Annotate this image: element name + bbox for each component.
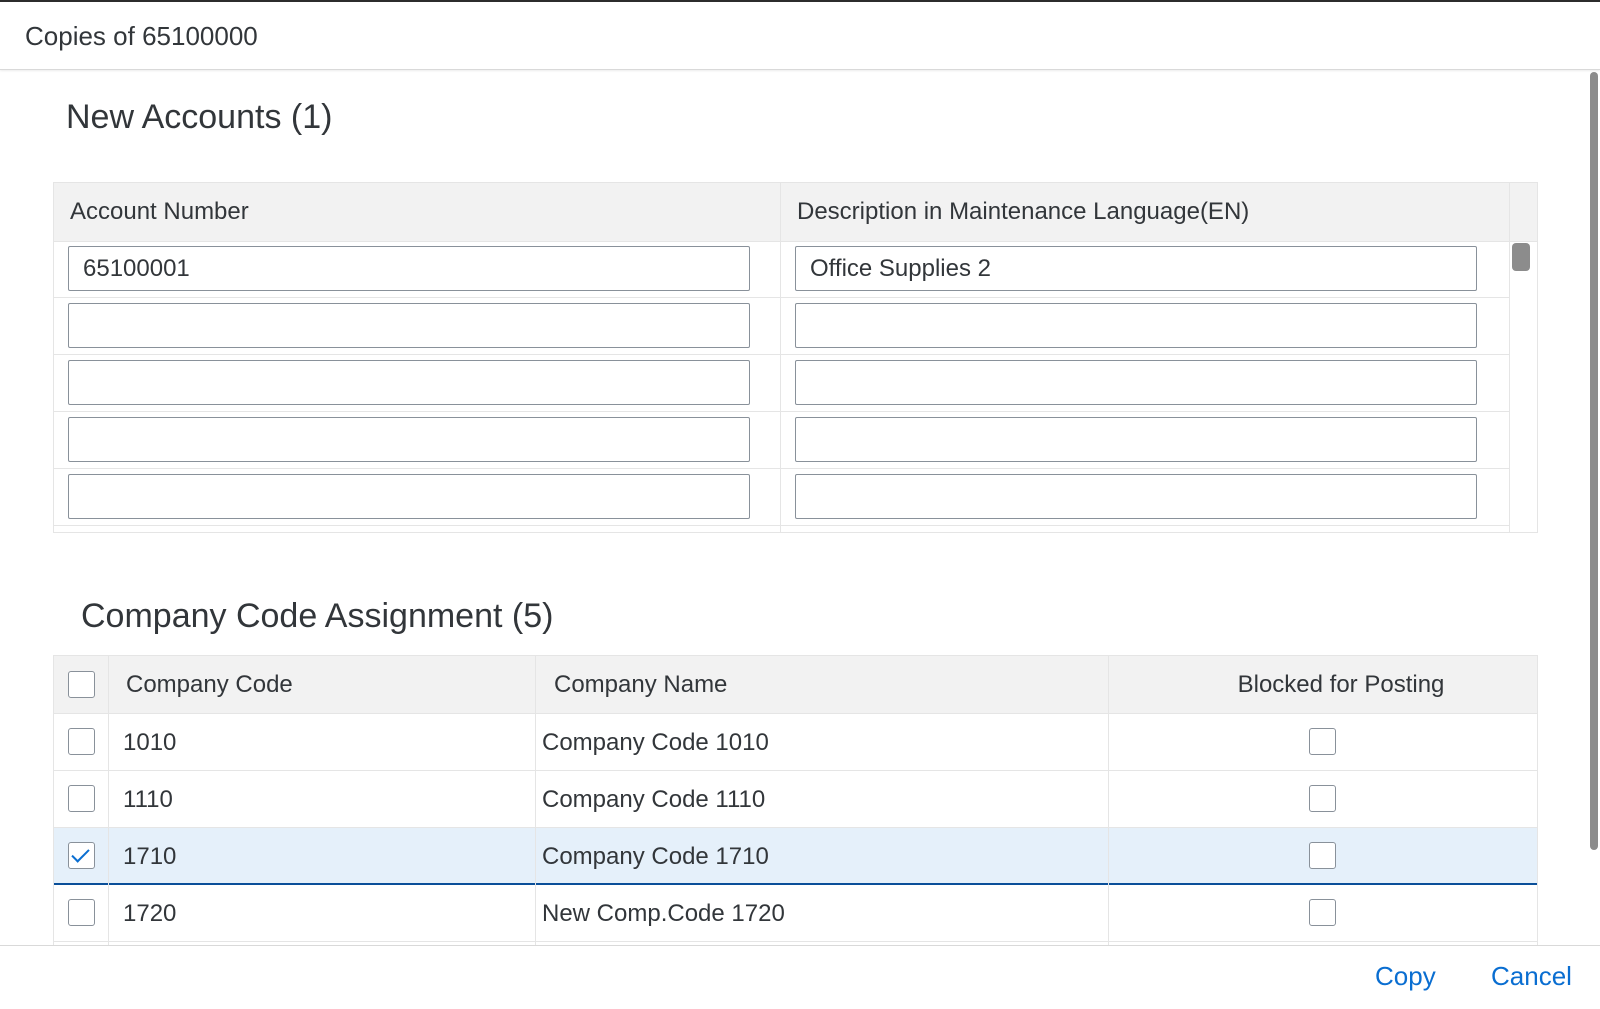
row-select-checkbox[interactable] <box>68 899 95 926</box>
column-header-company-code: Company Code <box>126 671 293 698</box>
blocked-for-posting-checkbox[interactable] <box>1309 899 1336 926</box>
company-code-cell: 1720 <box>123 900 177 927</box>
account-number-input[interactable] <box>68 360 750 405</box>
account-number-input[interactable] <box>68 246 750 291</box>
dialog-header: Copies of 65100000 <box>0 2 1600 70</box>
description-input[interactable] <box>795 303 1477 348</box>
company-code-cell: 1110 <box>123 786 173 813</box>
table-header: Account Number Description in Maintenanc… <box>54 183 1537 242</box>
company-name-cell: Company Code 1010 <box>542 729 769 756</box>
cancel-button[interactable]: Cancel <box>1485 957 1578 996</box>
table-row <box>54 412 1509 469</box>
account-number-input[interactable] <box>68 303 750 348</box>
row-select-checkbox[interactable] <box>68 785 95 812</box>
dialog-footer: Copy Cancel <box>0 945 1600 1009</box>
column-header-account-number: Account Number <box>70 198 249 225</box>
description-input[interactable] <box>795 246 1477 291</box>
account-number-input[interactable] <box>68 474 750 519</box>
table-header: Company Code Company Name Blocked for Po… <box>54 656 1537 714</box>
blocked-for-posting-checkbox[interactable] <box>1309 728 1336 755</box>
company-code-cell: 1010 <box>123 729 177 756</box>
checkmark-icon <box>71 844 90 863</box>
account-number-input[interactable] <box>68 417 750 462</box>
table-row <box>54 298 1509 355</box>
new-accounts-title: New Accounts (1) <box>66 98 333 136</box>
description-input[interactable] <box>795 360 1477 405</box>
company-name-cell: Company Code 1110 <box>542 786 766 813</box>
table-row[interactable]: 1110 Company Code 1110 <box>54 771 1537 828</box>
company-code-cell: 1710 <box>123 843 177 870</box>
column-divider <box>535 656 536 945</box>
column-divider <box>108 656 109 945</box>
row-select-checkbox[interactable] <box>68 842 95 869</box>
row-select-checkbox[interactable] <box>68 728 95 755</box>
company-name-cell: New Comp.Code 1720 <box>542 900 785 927</box>
table-row[interactable]: 1010 Company Code 1010 <box>54 714 1537 771</box>
new-accounts-table: Account Number Description in Maintenanc… <box>53 182 1538 533</box>
table-scrollbar[interactable] <box>1509 243 1530 530</box>
dialog-scrollbar[interactable] <box>1588 70 1600 850</box>
table-row <box>54 469 1509 526</box>
column-header-company-name: Company Name <box>554 671 728 698</box>
table-scrollbar-thumb[interactable] <box>1512 243 1530 271</box>
column-header-description: Description in Maintenance Language(EN) <box>797 198 1250 225</box>
company-name-cell: Company Code 1710 <box>542 843 769 870</box>
dialog-title: Copies of 65100000 <box>25 21 258 51</box>
table-row <box>54 355 1509 412</box>
blocked-for-posting-checkbox[interactable] <box>1309 785 1336 812</box>
dialog-content: New Accounts (1) Account Number Descript… <box>0 70 1600 945</box>
table-row[interactable]: 1720 New Comp.Code 1720 <box>54 885 1537 942</box>
column-header-blocked-for-posting: Blocked for Posting <box>1237 671 1445 698</box>
company-code-title: Company Code Assignment (5) <box>81 597 554 635</box>
column-divider <box>1108 656 1109 945</box>
blocked-for-posting-checkbox[interactable] <box>1309 842 1336 869</box>
select-all-checkbox[interactable] <box>68 671 95 698</box>
table-row <box>54 241 1509 298</box>
copy-button[interactable]: Copy <box>1369 957 1442 996</box>
description-input[interactable] <box>795 474 1477 519</box>
company-code-table: Company Code Company Name Blocked for Po… <box>53 655 1538 945</box>
description-input[interactable] <box>795 417 1477 462</box>
table-row[interactable]: 1710 Company Code 1710 <box>54 828 1537 885</box>
dialog-scrollbar-thumb[interactable] <box>1590 72 1598 850</box>
